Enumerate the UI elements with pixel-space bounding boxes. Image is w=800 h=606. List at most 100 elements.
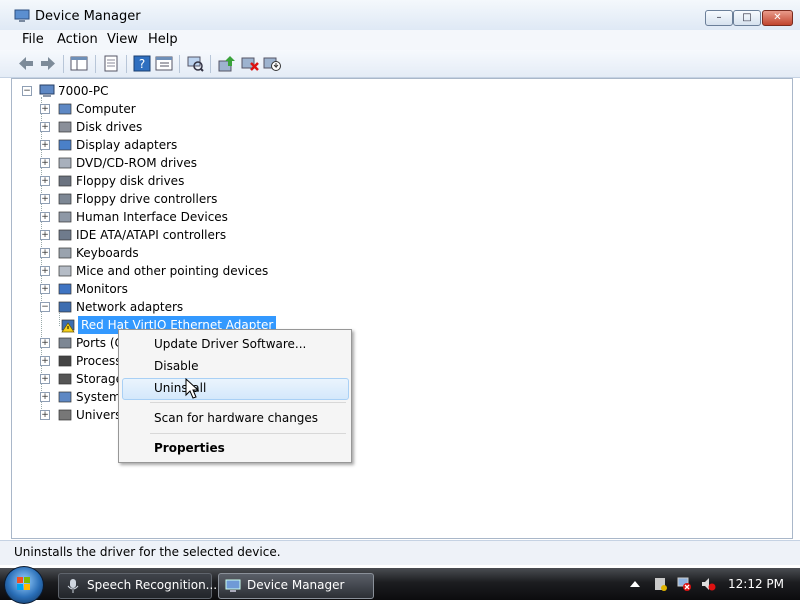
show-hide-tree-icon[interactable] <box>70 55 88 72</box>
display-icon <box>58 139 72 151</box>
tree-node-label: Monitors <box>76 282 128 296</box>
close-button[interactable]: ✕ <box>762 10 793 26</box>
menu-item-properties[interactable]: Properties <box>154 441 225 455</box>
menu-view[interactable]: View <box>107 32 138 47</box>
task-device-manager[interactable]: Device Manager <box>218 573 374 599</box>
status-text: Uninstalls the driver for the selected d… <box>14 545 281 559</box>
tree-node-label: Keyboards <box>76 246 139 260</box>
expand-toggle[interactable]: + <box>40 230 50 240</box>
mouse-cursor-icon <box>185 378 199 399</box>
help-icon[interactable]: ? <box>133 55 151 72</box>
minimize-button[interactable]: – <box>705 10 733 26</box>
computer-icon <box>39 84 55 97</box>
menu-help[interactable]: Help <box>148 32 178 47</box>
maximize-button[interactable]: □ <box>733 10 761 26</box>
forward-icon[interactable] <box>39 55 57 72</box>
expand-toggle[interactable]: − <box>40 302 50 312</box>
device-manager-icon <box>14 9 30 22</box>
toolbar-separator <box>95 55 96 73</box>
tree-node-label: Storage <box>76 372 123 386</box>
toolbar: ? <box>0 50 800 78</box>
tree-node-label: Floppy drive controllers <box>76 192 218 206</box>
ide-icon <box>58 229 72 241</box>
disable-icon[interactable] <box>263 55 281 72</box>
safely-remove-icon[interactable] <box>652 576 668 592</box>
keyboard-icon <box>58 247 72 259</box>
volume-muted-icon[interactable] <box>700 576 716 592</box>
tree-node-label: Mice and other pointing devices <box>76 264 269 278</box>
tree-node-label: Computer <box>76 102 136 116</box>
usb-icon <box>58 409 72 421</box>
tree-node-label: Human Interface Devices <box>76 210 228 224</box>
collapse-toggle[interactable]: − <box>22 86 32 96</box>
disk-icon <box>58 121 72 133</box>
network-disconnected-icon[interactable] <box>676 576 692 592</box>
expand-toggle[interactable]: + <box>40 158 50 168</box>
windows-logo-icon <box>17 577 30 590</box>
back-icon[interactable] <box>17 55 35 72</box>
expand-toggle[interactable]: + <box>40 284 50 294</box>
task-speech-recognition[interactable]: Speech Recognition... <box>58 573 217 599</box>
toolbar-separator <box>179 55 180 73</box>
expand-toggle[interactable]: + <box>40 104 50 114</box>
menu-action[interactable]: Action <box>57 32 98 47</box>
window-title: Device Manager <box>35 9 141 24</box>
menu-file[interactable]: File <box>22 32 44 47</box>
microphone-icon <box>67 579 79 593</box>
menu-separator <box>150 433 346 434</box>
monitor-icon <box>58 283 72 295</box>
warning-adapter-icon <box>61 319 75 333</box>
menu-separator <box>150 402 346 403</box>
menu-item-scan-hardware[interactable]: Scan for hardware changes <box>154 411 318 425</box>
expand-toggle[interactable]: + <box>40 392 50 402</box>
toolbar-separator <box>63 55 64 73</box>
expand-toggle[interactable]: + <box>40 248 50 258</box>
scan-hardware-icon[interactable] <box>186 55 204 72</box>
clock[interactable]: 12:12 PM <box>728 577 784 591</box>
hid-icon <box>58 211 72 223</box>
update-driver-icon[interactable] <box>218 55 236 72</box>
device-tree[interactable]: − 7000-PC + Computer + Disk drives + Display … <box>11 78 793 539</box>
expand-toggle[interactable]: + <box>40 176 50 186</box>
show-hidden-icons-icon[interactable] <box>630 580 640 588</box>
controller-icon <box>58 193 72 205</box>
system-icon <box>58 391 72 403</box>
tree-node-label: Ports (C <box>76 336 123 350</box>
properties-icon[interactable] <box>102 55 120 72</box>
title-bar: Device Manager – □ ✕ <box>0 0 800 31</box>
task-label: Speech Recognition... <box>87 578 218 592</box>
processor-icon <box>58 355 72 367</box>
svg-text:?: ? <box>139 57 145 71</box>
port-icon <box>58 337 72 349</box>
tree-node-label: DVD/CD-ROM drives <box>76 156 198 170</box>
expand-toggle[interactable]: + <box>40 410 50 420</box>
expand-toggle[interactable]: + <box>40 122 50 132</box>
tree-node-label: IDE ATA/ATAPI controllers <box>76 228 227 242</box>
menu-item-update-driver[interactable]: Update Driver Software... <box>154 337 306 351</box>
network-icon <box>58 301 72 313</box>
expand-toggle[interactable]: + <box>40 266 50 276</box>
tree-node-label: System <box>76 390 121 404</box>
tree-root-label: 7000-PC <box>58 84 109 98</box>
tree-node-label: Disk drives <box>76 120 143 134</box>
start-button[interactable] <box>4 566 44 604</box>
expand-toggle[interactable]: + <box>40 194 50 204</box>
expand-toggle[interactable]: + <box>40 374 50 384</box>
mouse-icon <box>58 265 72 277</box>
menu-item-disable[interactable]: Disable <box>154 359 199 373</box>
view-details-icon[interactable] <box>155 55 173 72</box>
toolbar-separator <box>210 55 211 73</box>
storage-icon <box>58 373 72 385</box>
device-manager-icon <box>225 579 241 592</box>
task-label: Device Manager <box>247 578 345 592</box>
expand-toggle[interactable]: + <box>40 140 50 150</box>
expand-toggle[interactable]: + <box>40 338 50 348</box>
tree-node-label: Network adapters <box>76 300 184 314</box>
uninstall-icon[interactable] <box>241 55 259 72</box>
dvd-icon <box>58 157 72 169</box>
expand-toggle[interactable]: + <box>40 212 50 222</box>
tree-node-label: Display adapters <box>76 138 178 152</box>
floppy-icon <box>58 175 72 187</box>
toolbar-separator <box>126 55 127 73</box>
expand-toggle[interactable]: + <box>40 356 50 366</box>
